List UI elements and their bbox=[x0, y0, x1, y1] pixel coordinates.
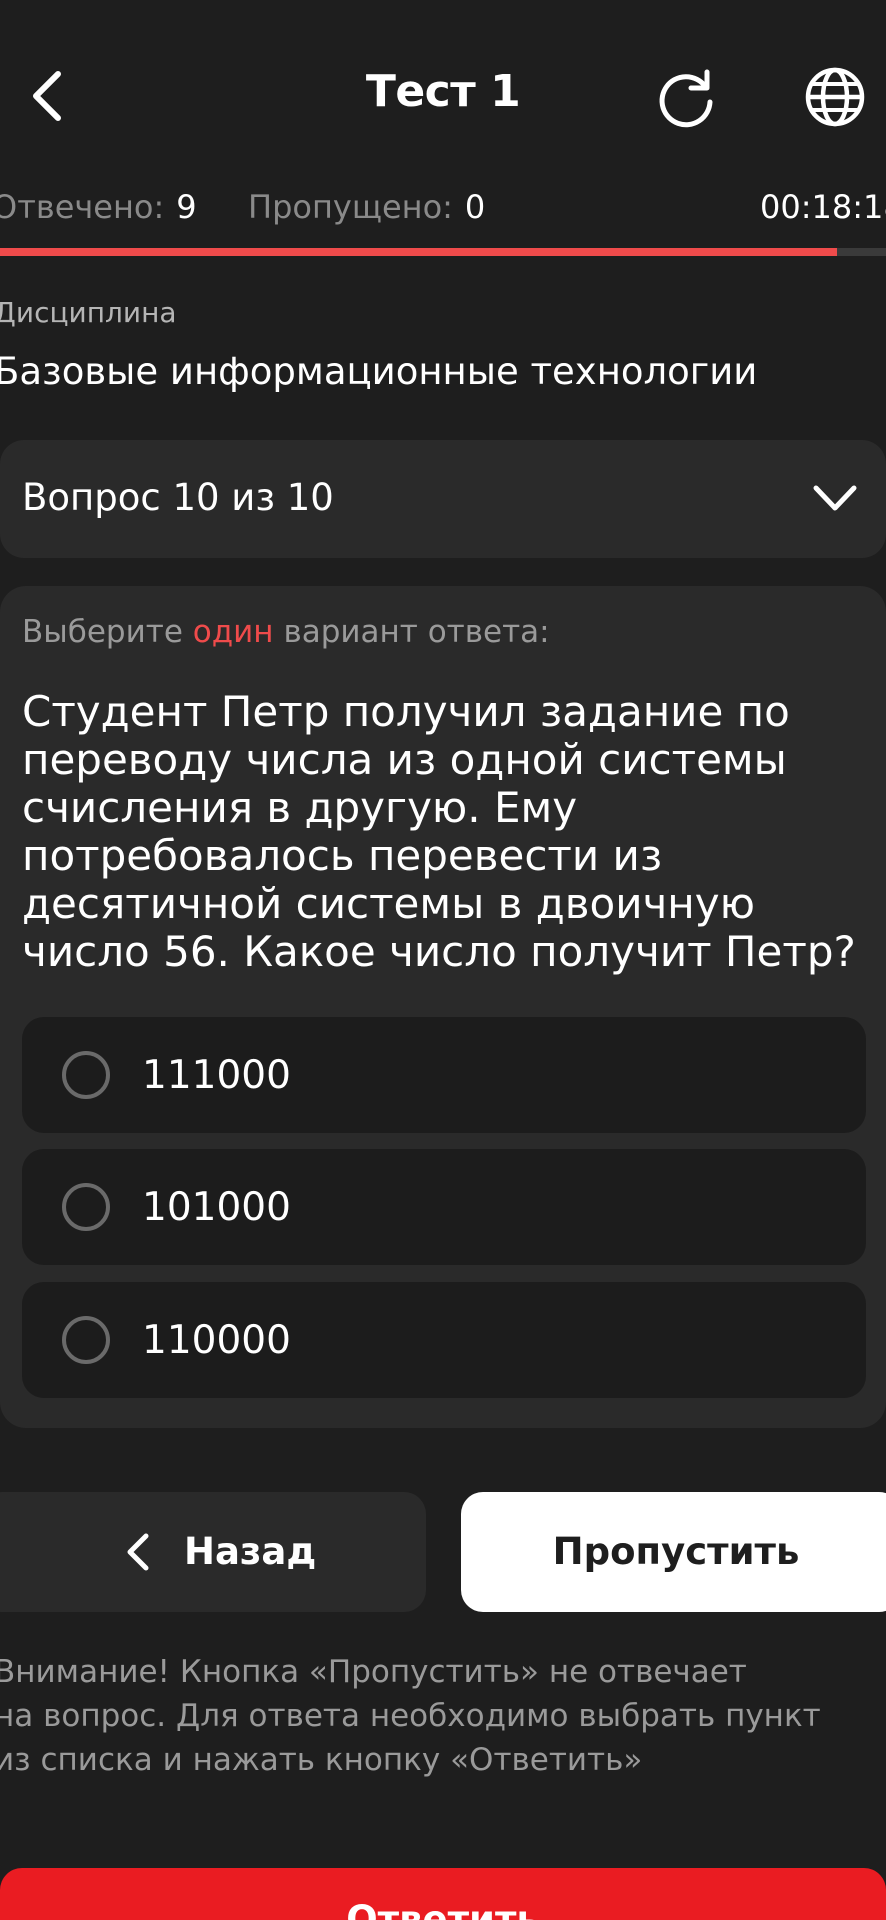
warning-line: Внимание! Кнопка «Пропустить» не отвечае… bbox=[0, 1654, 747, 1690]
answer-option[interactable]: 110000 bbox=[22, 1282, 866, 1398]
answer-option-label: 111000 bbox=[142, 1053, 291, 1098]
progress-fill bbox=[0, 248, 838, 256]
radio-button[interactable] bbox=[62, 1183, 110, 1231]
question-selector[interactable]: Вопрос 10 из 10 bbox=[0, 440, 886, 558]
skipped-count: 0 bbox=[464, 188, 486, 226]
answer-instruction: Выберите один вариант ответа: bbox=[22, 614, 550, 650]
chevron-down-icon[interactable] bbox=[812, 482, 858, 516]
progress-bar bbox=[0, 248, 886, 256]
discipline-label: Дисциплина bbox=[0, 296, 177, 329]
globe-icon[interactable] bbox=[804, 66, 866, 128]
chevron-left-icon bbox=[124, 1532, 154, 1572]
timer: 00:18:18 bbox=[760, 188, 886, 226]
answered-count: 9 bbox=[176, 188, 197, 226]
back-button[interactable]: Назад bbox=[0, 1492, 426, 1612]
stats-bar: Отвечено: 9 Пропущено: 0 bbox=[0, 188, 886, 232]
warning-line: из списка и нажать кнопку «Ответить» bbox=[0, 1742, 643, 1778]
instruction-text-before: Выберите bbox=[22, 614, 183, 650]
header: Тест 1 bbox=[0, 0, 886, 190]
skip-button[interactable]: Пропустить bbox=[461, 1492, 886, 1612]
refresh-icon[interactable] bbox=[655, 66, 719, 130]
page-title: Тест 1 bbox=[365, 66, 521, 117]
discipline-value: Базовые информационные технологии bbox=[0, 350, 758, 393]
warning-line: на вопрос. Для ответа необходимо выбрать… bbox=[0, 1698, 821, 1734]
answer-button[interactable]: Ответить bbox=[0, 1868, 886, 1920]
skipped-label: Пропущено: bbox=[248, 188, 453, 226]
test-screen: Тест 1 Отвечено: 9 Пропущено: 0 00:18:18 bbox=[0, 0, 886, 1920]
skipped-stat: Пропущено: 0 bbox=[248, 188, 485, 226]
answered-stat: Отвечено: 9 bbox=[0, 188, 197, 226]
instruction-text-after: вариант ответа: bbox=[283, 614, 550, 650]
answer-button-label: Ответить bbox=[346, 1898, 540, 1920]
answer-option-label: 101000 bbox=[142, 1185, 291, 1230]
instruction-accent: один bbox=[192, 614, 274, 650]
question-text: Студент Петр получил задание по переводу… bbox=[22, 687, 856, 976]
answer-option[interactable]: 111000 bbox=[22, 1017, 866, 1133]
question-selector-label: Вопрос 10 из 10 bbox=[22, 476, 334, 519]
answer-option-label: 110000 bbox=[142, 1318, 291, 1363]
radio-button[interactable] bbox=[62, 1316, 110, 1364]
radio-button[interactable] bbox=[62, 1051, 110, 1099]
answer-option[interactable]: 101000 bbox=[22, 1149, 866, 1265]
skip-button-label: Пропустить bbox=[552, 1530, 800, 1573]
back-button-label: Назад bbox=[184, 1530, 317, 1573]
answered-label: Отвечено: bbox=[0, 188, 165, 226]
skip-warning: Внимание! Кнопка «Пропустить» не отвечае… bbox=[0, 1650, 874, 1782]
